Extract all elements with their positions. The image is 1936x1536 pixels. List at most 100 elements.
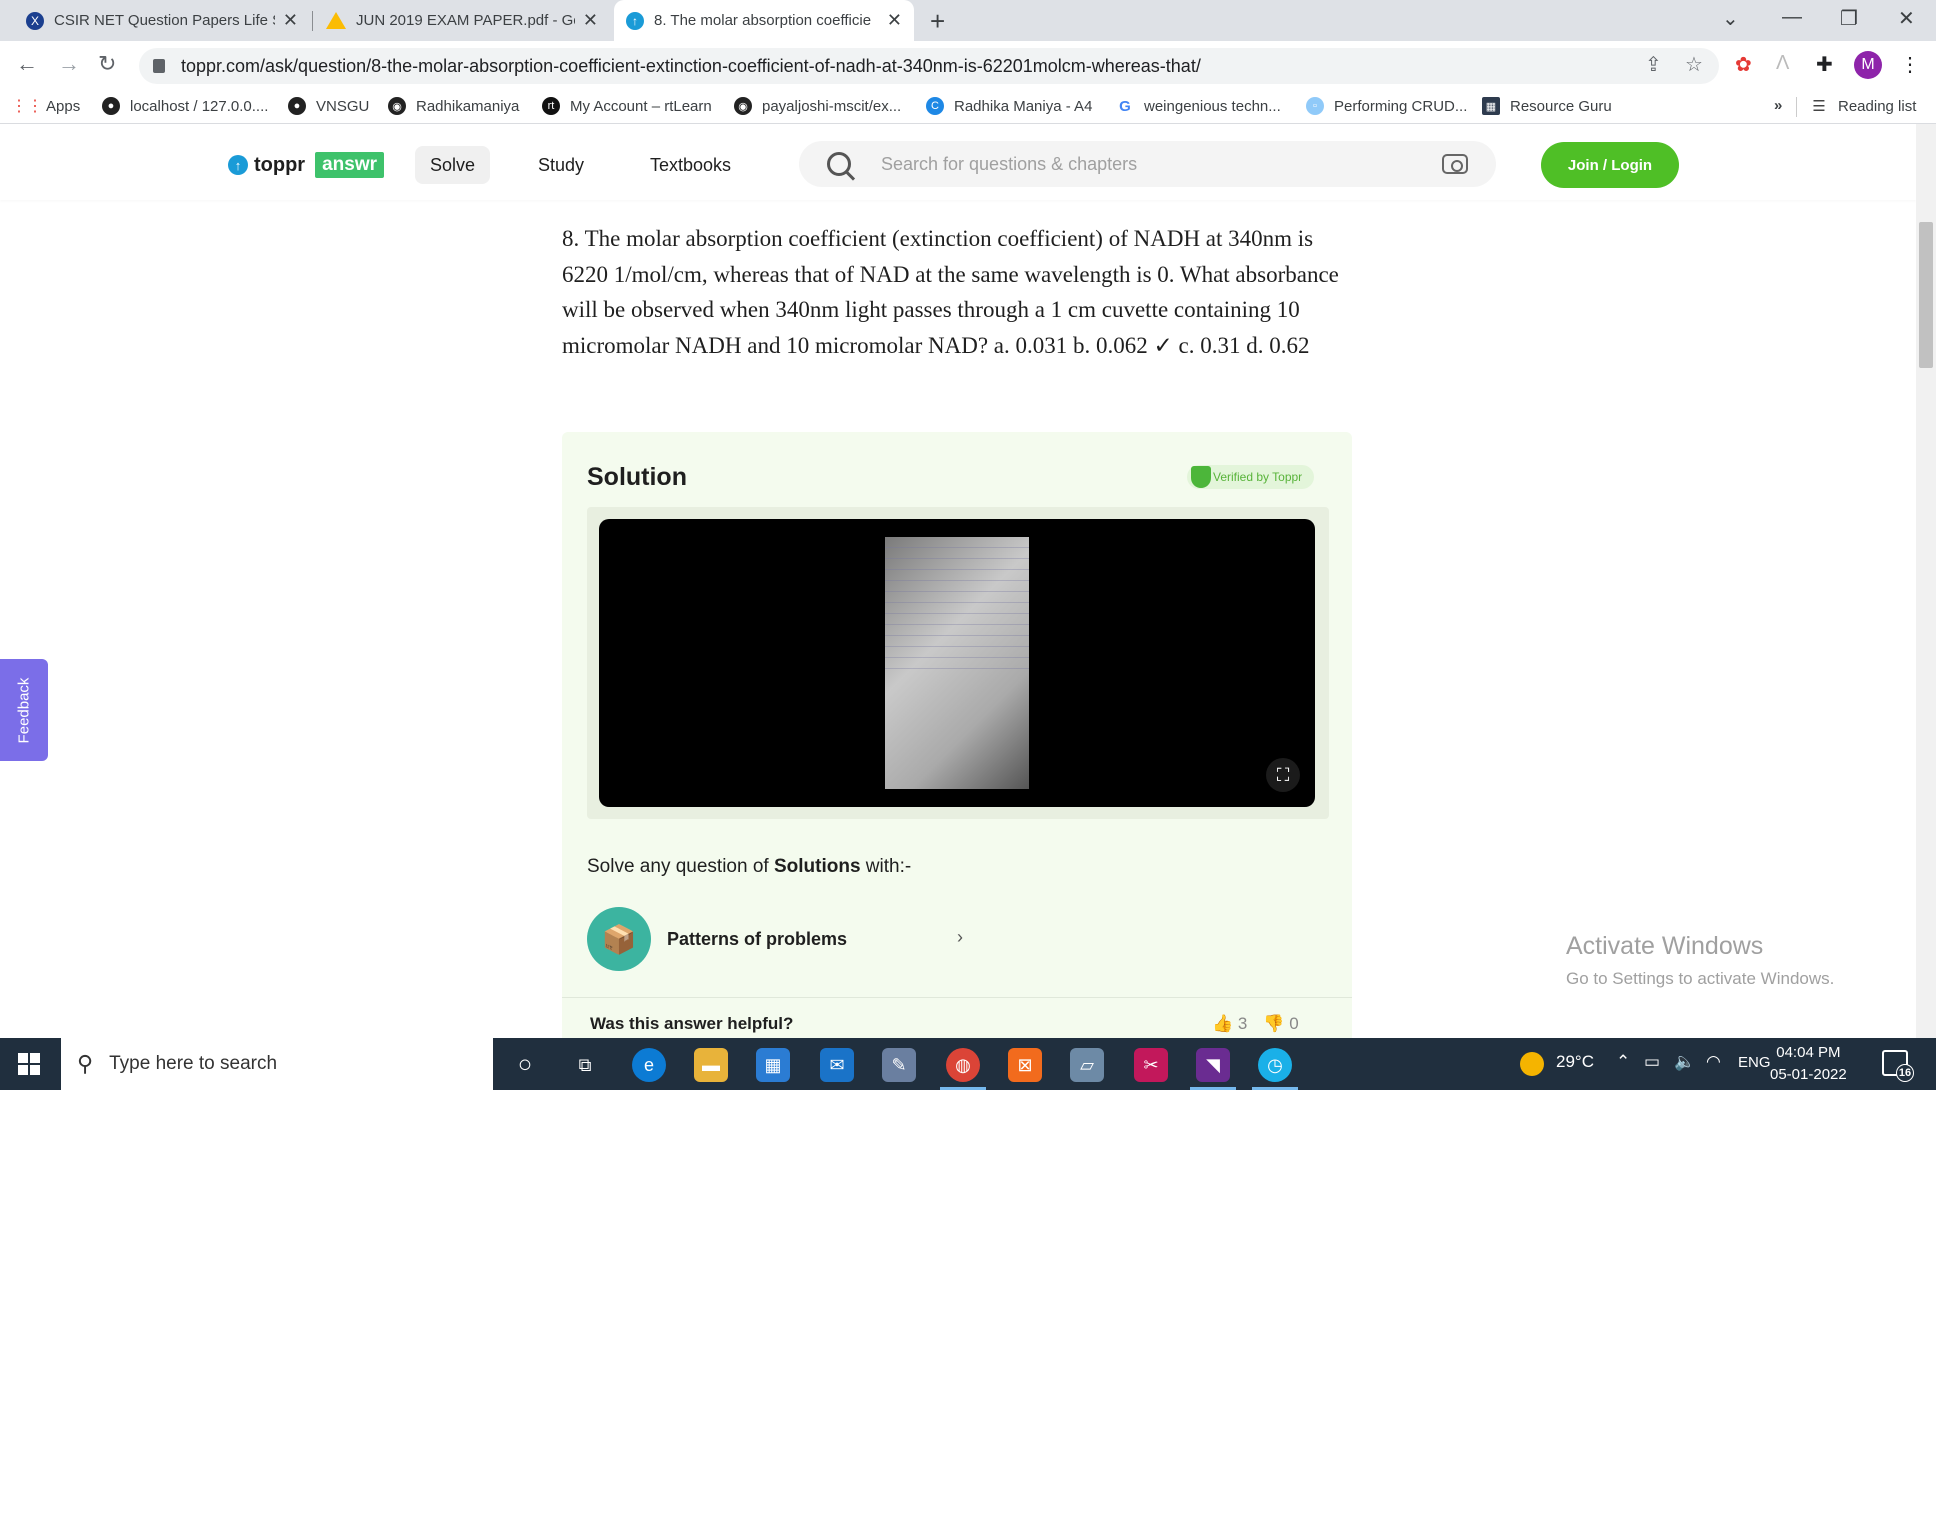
close-tab-icon[interactable]: ✕	[283, 10, 298, 31]
nav-solve[interactable]: Solve	[415, 146, 491, 184]
reload-icon[interactable]: ↻	[98, 51, 116, 77]
edge-icon[interactable]: e	[632, 1048, 666, 1082]
forward-icon[interactable]: →	[58, 51, 80, 77]
toppr-icon: ↑	[626, 11, 644, 30]
profile-avatar[interactable]: M	[1854, 51, 1882, 79]
tab-exam-paper[interactable]: JUN 2019 EXAM PAPER.pdf - Goo ✕	[314, 0, 610, 41]
join-login-button[interactable]: Join / Login	[1541, 142, 1679, 188]
tray-chevron-up-icon[interactable]: ⌃	[1616, 1052, 1630, 1072]
close-window-icon[interactable]: ✕	[1898, 6, 1915, 31]
bookmark-localhost[interactable]: ● localhost / 127.0.0....	[102, 97, 268, 115]
weather-sun-icon[interactable]	[1520, 1052, 1544, 1076]
bookmark-radhikamaniya[interactable]: ◉ Radhikamaniya	[388, 97, 519, 115]
bookmark-resource-guru[interactable]: ▦ Resource Guru	[1482, 97, 1612, 115]
back-icon[interactable]: ←	[16, 51, 38, 77]
bookmark-radhika-a4[interactable]: C Radhika Maniya - A4	[926, 97, 1092, 115]
search-icon	[827, 152, 851, 176]
bookmark-rtlearn[interactable]: rt My Account – rtLearn	[542, 97, 712, 115]
toppr-logo[interactable]: ↑ toppr answr	[228, 152, 385, 178]
question-text: 8. The molar absorption coefficient (ext…	[562, 226, 1339, 358]
volume-icon[interactable]: 🔈	[1674, 1052, 1695, 1072]
bookmark-apps[interactable]: ⋮⋮ Apps	[11, 97, 81, 115]
restore-icon[interactable]: ❐	[1840, 6, 1858, 31]
solution-image-viewer[interactable]: ⛶	[599, 519, 1315, 807]
extensions-puzzle-icon[interactable]: ✚	[1816, 52, 1833, 77]
search-bar[interactable]: Search for questions & chapters	[799, 141, 1496, 187]
paint-icon[interactable]: ✎	[882, 1048, 916, 1082]
tab-molar-absorption[interactable]: ↑ 8. The molar absorption coefficie ✕	[614, 0, 914, 41]
bookmark-vnsgu[interactable]: ● VNSGU	[288, 97, 369, 115]
reading-list[interactable]: ☰ Reading list	[1810, 97, 1916, 115]
taskbar-search[interactable]: ⚲ Type here to search	[61, 1038, 493, 1090]
tab-title: CSIR NET Question Papers Life Sc	[54, 12, 275, 29]
windows-taskbar: ⚲ Type here to search ○ ⧉ e ▬ ▦ ✉ ✎ ◍ ⊠ …	[0, 1038, 1936, 1090]
bookmark-star-icon[interactable]: ☆	[1685, 52, 1703, 77]
dislike-button[interactable]: 👎 0	[1263, 1014, 1298, 1034]
mail-icon[interactable]: ✉	[820, 1048, 854, 1082]
vote-controls: 👍 3 👎 0	[1212, 1014, 1299, 1034]
fullscreen-icon[interactable]: ⛶	[1266, 758, 1300, 792]
nav-study[interactable]: Study	[523, 146, 599, 184]
visual-studio-icon[interactable]: ◥	[1190, 1048, 1236, 1090]
notification-center-icon[interactable]: 16	[1882, 1050, 1914, 1082]
share-icon[interactable]: ⇪	[1645, 52, 1662, 77]
close-tab-icon[interactable]: ✕	[583, 10, 598, 31]
new-tab-icon[interactable]: +	[930, 6, 945, 37]
github-icon: ◉	[388, 97, 406, 115]
color-extension-icon[interactable]: ✿	[1735, 52, 1752, 77]
extension-a-icon[interactable]: Ʌ	[1776, 52, 1789, 75]
store-icon[interactable]: ▦	[756, 1048, 790, 1082]
snipping-tool-icon[interactable]: ✂	[1134, 1048, 1168, 1082]
patterns-of-problems-link[interactable]: 📦 Patterns of problems ›	[587, 907, 963, 971]
more-bookmarks-icon[interactable]: »	[1774, 97, 1782, 114]
battery-icon[interactable]: ▭	[1644, 1052, 1660, 1072]
bookmark-label: Apps	[46, 97, 81, 115]
tab-csir-net[interactable]: X CSIR NET Question Papers Life Sc ✕	[14, 0, 310, 41]
bookmark-label: My Account – rtLearn	[570, 97, 712, 115]
github-icon: ◉	[734, 97, 752, 115]
like-button[interactable]: 👍 3	[1212, 1014, 1247, 1034]
bookmark-divider	[1796, 97, 1797, 117]
notepad-icon[interactable]: ▱	[1070, 1048, 1104, 1082]
taskbar-search-input[interactable]: Type here to search	[109, 1053, 277, 1075]
minimize-icon[interactable]: —	[1782, 6, 1802, 29]
tab-title: JUN 2019 EXAM PAPER.pdf - Goo	[356, 12, 575, 29]
wifi-icon[interactable]: ◠	[1706, 1052, 1721, 1072]
verified-badge: Verified by Toppr	[1187, 465, 1315, 489]
feedback-tab[interactable]: Feedback	[0, 659, 48, 761]
patterns-illustration-icon: 📦	[587, 907, 651, 971]
watermark-title: Activate Windows	[1566, 932, 1764, 960]
camera-icon[interactable]	[1442, 154, 1468, 174]
tab-search-icon[interactable]: ⌄	[1722, 6, 1739, 31]
xampp-icon[interactable]: ⊠	[1008, 1048, 1042, 1082]
search-input[interactable]: Search for questions & chapters	[881, 154, 1137, 175]
address-bar[interactable]: toppr.com/ask/question/8-the-molar-absor…	[139, 48, 1719, 84]
reading-list-label: Reading list	[1838, 97, 1917, 115]
close-tab-icon[interactable]: ✕	[887, 10, 902, 31]
language-indicator[interactable]: ENG	[1738, 1054, 1771, 1071]
bookmark-payaljoshi[interactable]: ◉ payaljoshi-mscit/ex...	[734, 97, 901, 115]
temperature[interactable]: 29°C	[1556, 1052, 1594, 1072]
chevron-right-icon: ›	[957, 927, 963, 947]
bookmark-label: Radhikamaniya	[416, 97, 520, 115]
chrome-icon[interactable]: ◍	[940, 1048, 986, 1090]
toppr-logo-icon: ↑	[228, 155, 248, 175]
solution-title: Solution	[587, 463, 687, 491]
file-explorer-icon[interactable]: ▬	[694, 1048, 728, 1082]
bookmark-performing-crud[interactable]: ▫ Performing CRUD...	[1306, 97, 1467, 115]
task-view-icon[interactable]: ⧉	[568, 1048, 602, 1082]
browser-tab-strip: X CSIR NET Question Papers Life Sc ✕ JUN…	[0, 0, 1936, 41]
rtlearn-icon: rt	[542, 97, 560, 115]
solve-any-topic: Solutions	[773, 856, 861, 877]
clock-app-icon[interactable]: ◷	[1252, 1048, 1298, 1090]
answr-badge: answr	[315, 152, 385, 178]
patterns-label: Patterns of problems	[667, 928, 848, 949]
bookmark-weingenious[interactable]: Gweingenious techn...	[1116, 97, 1281, 115]
cortana-icon[interactable]: ○	[508, 1048, 542, 1082]
taskbar-clock[interactable]: 04:04 PM 05-01-2022	[1770, 1042, 1847, 1086]
scrollbar-thumb[interactable]	[1919, 222, 1933, 368]
menu-dots-icon[interactable]: ⋮	[1900, 52, 1920, 77]
globe-icon: ●	[102, 97, 120, 115]
windows-start-icon[interactable]	[18, 1053, 40, 1075]
nav-textbooks[interactable]: Textbooks	[635, 146, 746, 184]
